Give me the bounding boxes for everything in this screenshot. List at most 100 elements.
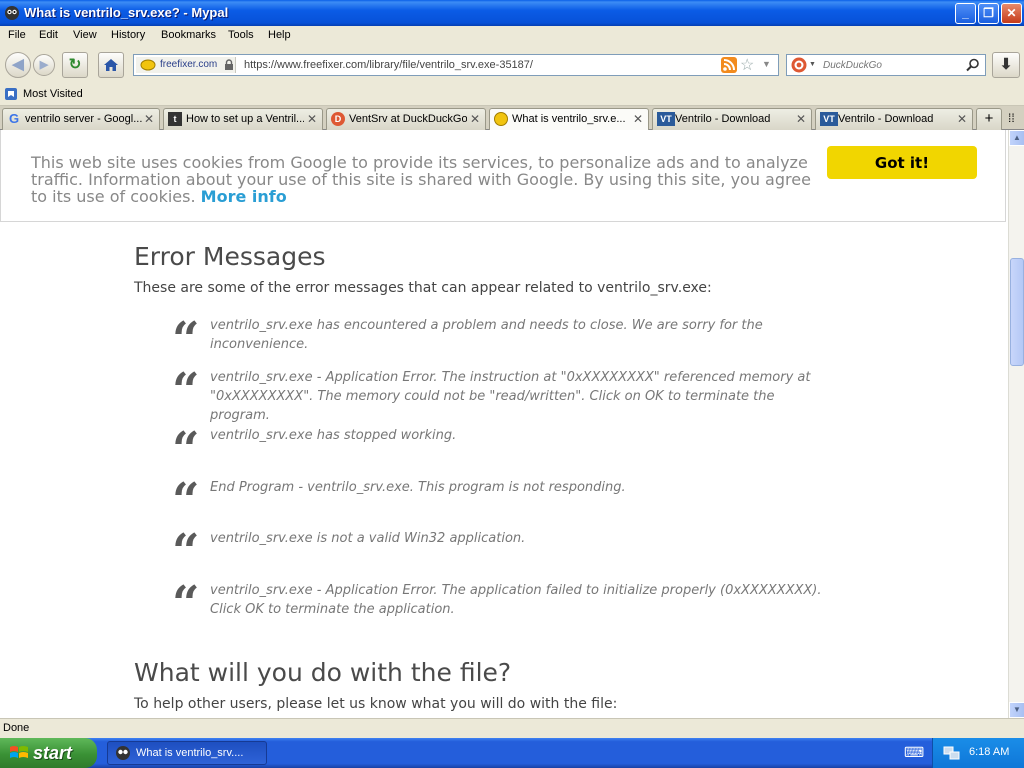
- page-content: Error Messages These are some of the err…: [0, 130, 1008, 718]
- site-name: freefixer.com: [160, 59, 218, 70]
- keyboard-icon[interactable]: ⌨: [904, 744, 924, 761]
- taskbar-window-mypal[interactable]: What is ventrilo_srv....: [107, 741, 267, 765]
- mypal-app-icon: [116, 746, 130, 760]
- rss-feed-icon[interactable]: [721, 57, 737, 73]
- address-bar[interactable]: freefixer.com https://www.freefixer.com/…: [133, 54, 779, 76]
- duckduckgo-engine-icon[interactable]: [791, 57, 807, 73]
- tab-ventrilo-download-2[interactable]: VT Ventrilo - Download ✕: [815, 108, 973, 130]
- bookmarks-toolbar: Most Visited: [0, 84, 1024, 106]
- home-button[interactable]: [98, 52, 124, 78]
- error-messages-intro: These are some of the error messages tha…: [134, 280, 712, 296]
- freefixer-icon: [494, 112, 508, 126]
- plus-icon: +: [984, 110, 994, 127]
- url-text[interactable]: https://www.freefixer.com/library/file/v…: [244, 59, 533, 71]
- menu-edit[interactable]: Edit: [39, 29, 58, 41]
- tab-what-is-ventrilo-srv[interactable]: What is ventrilo_srv.e... ✕: [489, 108, 649, 131]
- status-text: Done: [3, 722, 30, 734]
- error-message-item: ventrilo_srv.exe - Application Error. Th…: [210, 370, 811, 423]
- status-bar: Done: [0, 718, 1024, 738]
- error-message-item: ventrilo_srv.exe has stopped working.: [210, 428, 457, 443]
- scroll-down-arrow-icon[interactable]: ▼: [1009, 702, 1024, 718]
- tab-close-icon[interactable]: ✕: [633, 112, 643, 126]
- tab-label: How to set up a Ventril...: [186, 113, 304, 125]
- google-icon: G: [8, 111, 20, 126]
- tab-close-icon[interactable]: ✕: [144, 112, 154, 126]
- minimize-button[interactable]: _: [955, 3, 976, 24]
- tab-label: ventrilo server - Googl...: [25, 113, 143, 125]
- error-message-item: ventrilo_srv.exe has encountered a probl…: [210, 318, 763, 352]
- tab-strip: G ventrilo server - Googl... ✕ t How to …: [0, 106, 1024, 131]
- menu-history[interactable]: History: [111, 29, 145, 41]
- menu-help[interactable]: Help: [268, 29, 291, 41]
- windows-taskbar: start What is ventrilo_srv.... ⌨ 6:18 AM: [0, 738, 1024, 768]
- new-tab-button[interactable]: +: [976, 108, 1002, 130]
- file-action-heading: What will you do with the file?: [134, 658, 512, 687]
- quote-mark-icon: “: [172, 363, 200, 419]
- download-arrow-icon: ⬇: [999, 56, 1013, 73]
- more-info-link[interactable]: More info: [201, 187, 287, 206]
- back-button[interactable]: ◀: [5, 52, 31, 78]
- bookmark-star-icon[interactable]: ☆: [740, 55, 754, 75]
- ventrilo-icon: VT: [820, 112, 838, 126]
- window-title: What is ventrilo_srv.exe? - Mypal: [24, 5, 229, 20]
- tab-ventrilo-server-google[interactable]: G ventrilo server - Googl... ✕: [2, 108, 160, 130]
- tab-label: VentSrv at DuckDuckGo: [349, 113, 467, 125]
- tab-close-icon[interactable]: ✕: [307, 112, 317, 126]
- taskbar-window-label: What is ventrilo_srv....: [136, 747, 244, 759]
- tab-close-icon[interactable]: ✕: [796, 112, 806, 126]
- search-input[interactable]: [823, 58, 963, 72]
- cookie-message-text: This web site uses cookies from Google t…: [31, 153, 811, 206]
- tab-ventsrv-duckduckgo[interactable]: D VentSrv at DuckDuckGo ✕: [326, 108, 486, 130]
- file-action-intro: To help other users, please let us know …: [134, 696, 618, 712]
- start-button[interactable]: start: [0, 738, 97, 768]
- mypal-app-icon: [5, 6, 19, 20]
- menu-bookmarks[interactable]: Bookmarks: [161, 29, 216, 41]
- tab-how-to-setup-ventrilo[interactable]: t How to set up a Ventril... ✕: [163, 108, 323, 130]
- cookie-consent-banner: This web site uses cookies from Google t…: [0, 130, 1006, 222]
- tab-label: Ventrilo - Download: [675, 113, 771, 125]
- reload-icon: ↻: [68, 56, 82, 73]
- duckduckgo-icon: D: [331, 112, 345, 126]
- tab-label: Ventrilo - Download: [838, 113, 934, 125]
- menu-tools[interactable]: Tools: [228, 29, 254, 41]
- search-box[interactable]: ▼: [786, 54, 986, 76]
- error-messages-heading: Error Messages: [134, 242, 326, 271]
- freefixer-favicon-icon: [140, 59, 156, 71]
- scroll-up-arrow-icon[interactable]: ▲: [1009, 130, 1024, 146]
- menu-bar: File Edit View History Bookmarks Tools H…: [0, 26, 1024, 46]
- scroll-thumb[interactable]: [1010, 258, 1024, 366]
- quote-mark-icon: “: [172, 422, 200, 478]
- cookie-message: This web site uses cookies from Google t…: [31, 154, 811, 205]
- error-message-item: ventrilo_srv.exe - Application Error. Th…: [210, 583, 822, 617]
- url-dropdown-icon[interactable]: ▼: [762, 59, 771, 69]
- network-icon[interactable]: [943, 745, 961, 761]
- tab-list-grid-icon[interactable]: ⁞⁞: [1008, 111, 1015, 125]
- most-visited-link[interactable]: Most Visited: [23, 88, 83, 100]
- got-it-button[interactable]: Got it!: [827, 146, 977, 179]
- page-scrollbar[interactable]: ▲ ▼: [1008, 130, 1024, 718]
- site-identity-badge[interactable]: freefixer.com: [136, 57, 236, 73]
- close-button[interactable]: ✕: [1001, 3, 1022, 24]
- t-icon: t: [168, 112, 182, 126]
- forward-button[interactable]: ▶: [33, 54, 55, 76]
- search-engine-dropdown-icon[interactable]: ▼: [809, 61, 816, 68]
- quote-mark-icon: “: [172, 576, 200, 632]
- lock-icon: [225, 59, 233, 70]
- maximize-button[interactable]: ❐: [978, 3, 999, 24]
- home-icon: [104, 59, 118, 71]
- tab-close-icon[interactable]: ✕: [470, 112, 480, 126]
- quote-mark-icon: “: [172, 473, 200, 529]
- menu-file[interactable]: File: [8, 29, 26, 41]
- quote-mark-icon: “: [172, 312, 200, 368]
- tab-label: What is ventrilo_srv.e...: [512, 113, 626, 125]
- window-title-bar[interactable]: What is ventrilo_srv.exe? - Mypal _ ❐ ✕: [0, 0, 1024, 26]
- tab-close-icon[interactable]: ✕: [957, 112, 967, 126]
- downloads-button[interactable]: ⬇: [992, 52, 1020, 78]
- forward-arrow-icon: ▶: [39, 59, 49, 71]
- menu-view[interactable]: View: [73, 29, 97, 41]
- back-arrow-icon: ◀: [12, 56, 24, 73]
- windows-flag-icon: [10, 746, 28, 758]
- reload-button[interactable]: ↻: [62, 52, 88, 78]
- tab-ventrilo-download-1[interactable]: VT Ventrilo - Download ✕: [652, 108, 812, 130]
- search-icon[interactable]: [966, 58, 980, 72]
